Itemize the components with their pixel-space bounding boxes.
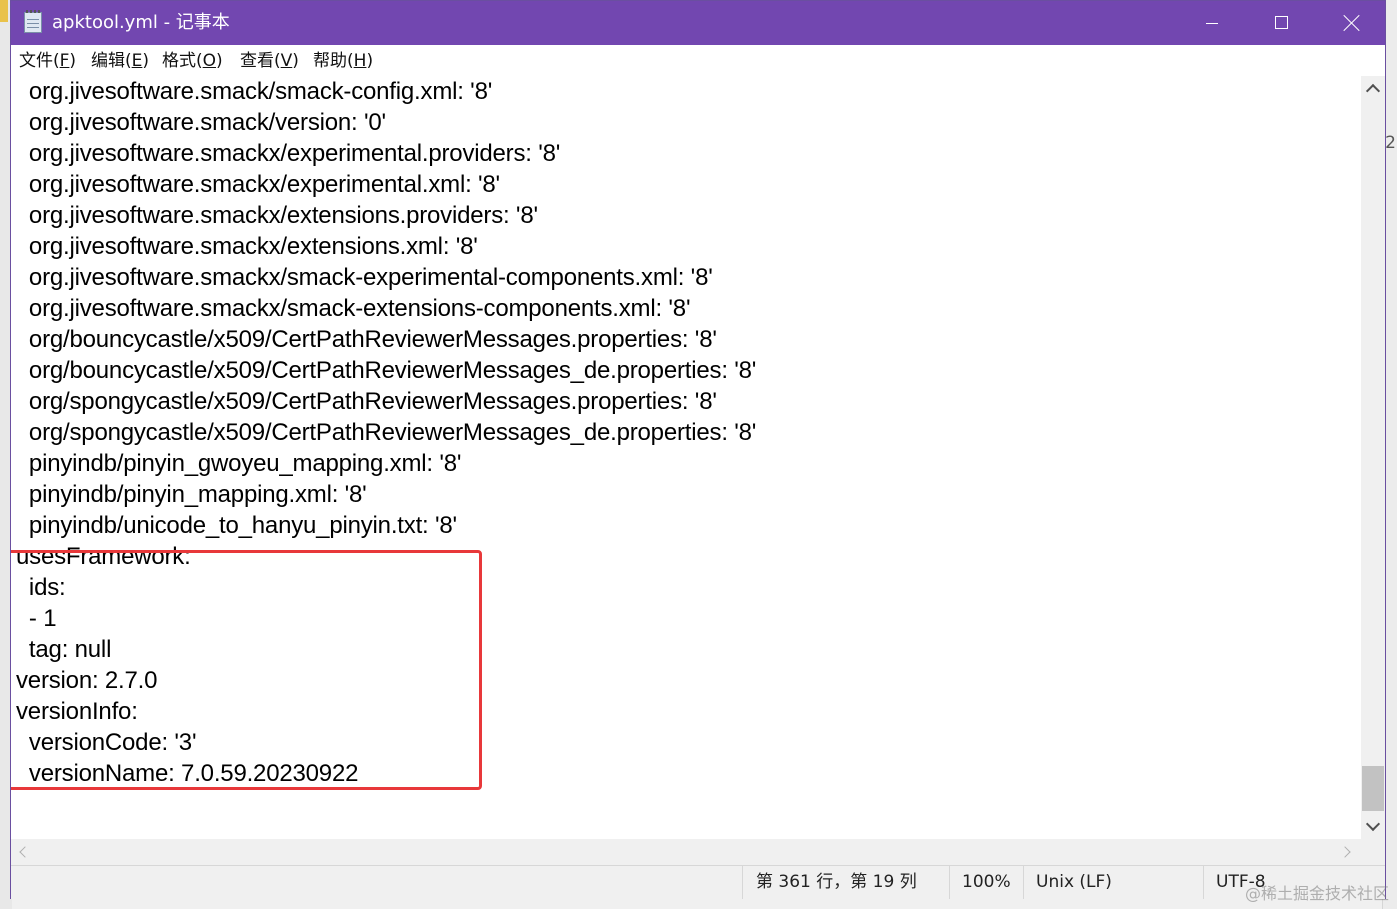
text-line: org.jivesoftware.smackx/smack-extensions… xyxy=(16,295,691,322)
text-line: usesFramework: xyxy=(16,543,191,570)
status-bar: 第 361 行，第 19 列 100% Unix (LF) UTF-8 xyxy=(11,865,1385,899)
scroll-up-button[interactable] xyxy=(1361,79,1385,99)
zoom-level: 100% xyxy=(949,866,1024,899)
maximize-button[interactable] xyxy=(1247,1,1317,45)
scroll-down-button[interactable] xyxy=(1361,816,1385,836)
line-ending: Unix (LF) xyxy=(1023,866,1205,899)
chevron-left-icon xyxy=(19,846,31,858)
text-line: org/bouncycastle/x509/CertPathReviewerMe… xyxy=(16,357,757,384)
text-line: ids: xyxy=(16,574,66,601)
text-line: org.jivesoftware.smackx/experimental.xml… xyxy=(16,171,500,198)
text-line: tag: null xyxy=(16,636,112,663)
cursor-position: 第 361 行，第 19 列 xyxy=(742,866,951,899)
notepad-window: apktool.yml - 记事本 文件(F) 编辑(E) 格式(O) 查看(V… xyxy=(10,0,1386,899)
text-line: org/spongycastle/x509/CertPathReviewerMe… xyxy=(16,388,717,415)
text-line: version: 2.7.0 xyxy=(16,667,158,694)
text-line: org.jivesoftware.smackx/extensions.xml: … xyxy=(16,233,478,260)
text-line: versionInfo: xyxy=(16,698,138,725)
menu-edit[interactable]: 编辑(E) xyxy=(91,49,149,73)
folder-icon xyxy=(0,0,8,22)
menu-bar: 文件(F) 编辑(E) 格式(O) 查看(V) 帮助(H) xyxy=(11,45,1385,75)
maximize-icon xyxy=(1275,16,1288,29)
text-line: org.jivesoftware.smack/smack-config.xml:… xyxy=(16,78,493,105)
text-line: pinyindb/pinyin_mapping.xml: '8' xyxy=(16,481,367,508)
watermark: @稀土掘金技术社区 xyxy=(1244,884,1389,903)
text-line: versionName: 7.0.59.20230922 xyxy=(16,760,359,787)
horizontal-scrollbar[interactable] xyxy=(11,839,1361,865)
text-line: org/bouncycastle/x509/CertPathReviewerMe… xyxy=(16,326,717,353)
title-bar[interactable]: apktool.yml - 记事本 xyxy=(11,1,1385,45)
menu-file[interactable]: 文件(F) xyxy=(19,49,76,73)
text-line: org.jivesoftware.smackx/experimental.pro… xyxy=(16,140,561,167)
menu-format[interactable]: 格式(O) xyxy=(162,49,223,73)
text-line: org.jivesoftware.smackx/extensions.provi… xyxy=(16,202,538,229)
scroll-right-button[interactable] xyxy=(1333,839,1357,865)
text-line: pinyindb/pinyin_gwoyeu_mapping.xml: '8' xyxy=(16,450,462,477)
text-line: versionCode: '3' xyxy=(16,729,197,756)
chevron-down-icon xyxy=(1365,816,1381,832)
menu-help[interactable]: 帮助(H) xyxy=(313,49,373,73)
chevron-up-icon xyxy=(1365,83,1381,99)
notepad-icon xyxy=(24,10,42,33)
text-line: org.jivesoftware.smack/version: '0' xyxy=(16,109,386,136)
text-editor-area[interactable]: org.jivesoftware.smack/smack-config.xml:… xyxy=(11,76,1361,839)
text-line: org/spongycastle/x509/CertPathReviewerMe… xyxy=(16,419,757,446)
minimize-icon xyxy=(1206,23,1218,24)
minimize-button[interactable] xyxy=(1177,1,1247,45)
menu-view[interactable]: 查看(V) xyxy=(240,49,299,73)
text-line: pinyindb/unicode_to_hanyu_pinyin.txt: '8… xyxy=(16,512,457,539)
editor-content[interactable]: org.jivesoftware.smack/smack-config.xml:… xyxy=(16,76,756,789)
close-icon xyxy=(1343,14,1361,32)
close-button[interactable] xyxy=(1317,1,1387,45)
background-text-fragment: 2 xyxy=(1385,133,1396,153)
window-title: apktool.yml - 记事本 xyxy=(52,12,230,33)
vertical-scrollbar[interactable] xyxy=(1361,76,1385,839)
text-line: org.jivesoftware.smackx/smack-experiment… xyxy=(16,264,713,291)
vertical-scroll-thumb[interactable] xyxy=(1362,766,1384,811)
chevron-right-icon xyxy=(1339,846,1351,858)
scroll-left-button[interactable] xyxy=(13,839,37,865)
scrollbar-corner xyxy=(1361,839,1385,865)
text-line: - 1 xyxy=(16,605,57,632)
